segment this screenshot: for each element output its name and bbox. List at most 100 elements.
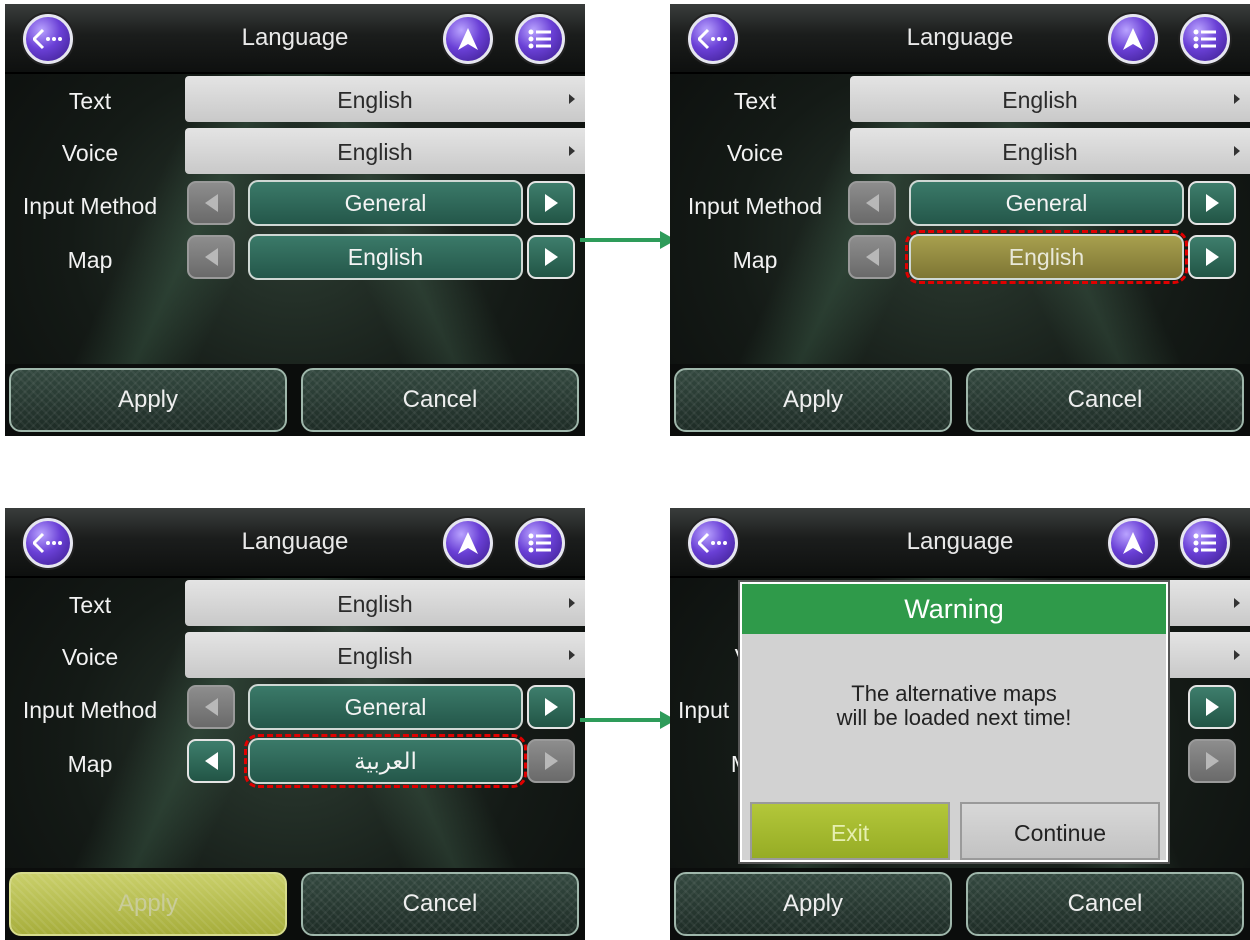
navigation-button[interactable]	[443, 14, 493, 64]
input-method-next-button[interactable]	[1188, 181, 1236, 225]
apply-button[interactable]: Apply	[674, 872, 952, 936]
map-prev-button[interactable]	[187, 235, 235, 279]
text-label: Text	[68, 592, 112, 618]
voice-language-value: English	[1002, 139, 1078, 165]
arrow-right-icon	[544, 698, 558, 716]
back-ellipsis-icon	[698, 532, 727, 554]
arrow-left-icon	[204, 248, 218, 266]
navigation-arrow-icon	[458, 28, 478, 50]
text-language-value: English	[337, 87, 413, 113]
input-method-next-button[interactable]	[527, 685, 575, 729]
language-screen-step-1: Language Text English Voice English Inpu…	[5, 4, 585, 436]
arrow-right-icon	[1205, 248, 1219, 266]
text-language-selector[interactable]: English	[185, 76, 585, 122]
arrow-left-icon	[865, 248, 879, 266]
menu-button[interactable]	[515, 518, 565, 568]
input-method-value[interactable]: General	[248, 180, 523, 226]
cancel-button[interactable]: Cancel	[301, 368, 579, 432]
menu-button[interactable]	[515, 14, 565, 64]
navigation-button[interactable]	[1108, 518, 1158, 568]
map-next-button[interactable]	[527, 235, 575, 279]
arrow-left-icon	[204, 752, 218, 770]
apply-button[interactable]: Apply	[674, 368, 952, 432]
dialog-message-line-2: will be loaded next time!	[836, 705, 1072, 730]
voice-label: Voice	[61, 140, 119, 166]
cancel-button[interactable]: Cancel	[966, 368, 1244, 432]
input-method-next-button[interactable]	[1188, 685, 1236, 729]
text-language-selector[interactable]: English	[850, 76, 1250, 122]
text-language-value: English	[1002, 87, 1078, 113]
page-title: Language	[241, 24, 349, 51]
back-ellipsis-icon	[698, 28, 727, 50]
input-method-label: Input Method	[22, 697, 158, 723]
bottom-bar: Apply Cancel	[5, 364, 585, 436]
warning-dialog: Warning The alternative maps will be loa…	[740, 582, 1168, 862]
navigation-arrow-icon	[458, 532, 478, 554]
map-next-button[interactable]	[1188, 739, 1236, 783]
back-button[interactable]	[23, 14, 73, 64]
continue-button[interactable]: Continue	[960, 802, 1160, 860]
voice-language-selector[interactable]: English	[185, 128, 585, 174]
menu-list-icon	[528, 533, 551, 553]
input-method-prev-button[interactable]	[187, 181, 235, 225]
input-method-prev-button[interactable]	[187, 685, 235, 729]
voice-language-selector[interactable]: English	[185, 632, 585, 678]
input-method-value[interactable]: General	[909, 180, 1184, 226]
menu-button[interactable]	[1180, 518, 1230, 568]
input-method-label: Input Method	[687, 193, 823, 219]
map-language-value-highlighted[interactable]: English	[905, 230, 1188, 284]
back-ellipsis-icon	[33, 28, 62, 50]
navigation-button[interactable]	[1108, 14, 1158, 64]
triangle-right-icon	[1234, 94, 1240, 104]
map-label: Map	[67, 247, 113, 273]
triangle-right-icon	[1234, 650, 1240, 660]
voice-label: Voice	[61, 644, 119, 670]
map-next-button[interactable]	[1188, 235, 1236, 279]
step-arrow-2	[580, 711, 676, 729]
back-button[interactable]	[688, 518, 738, 568]
arrow-left-icon	[865, 194, 879, 212]
triangle-right-icon	[1234, 146, 1240, 156]
apply-button[interactable]: Apply	[9, 368, 287, 432]
back-button[interactable]	[23, 518, 73, 568]
cancel-button[interactable]: Cancel	[966, 872, 1244, 936]
triangle-right-icon	[569, 598, 575, 608]
triangle-right-icon	[569, 650, 575, 660]
voice-language-selector[interactable]: English	[850, 128, 1250, 174]
map-next-button[interactable]	[527, 739, 575, 783]
input-method-prev-button[interactable]	[848, 181, 896, 225]
map-prev-button[interactable]	[848, 235, 896, 279]
navigation-arrow-icon	[1123, 28, 1143, 50]
arrow-right-icon	[544, 752, 558, 770]
dialog-message-line-1: The alternative maps	[851, 681, 1057, 706]
voice-language-value: English	[337, 139, 413, 165]
title-bar: Language	[5, 4, 585, 74]
map-label: Map	[732, 247, 778, 273]
menu-list-icon	[1193, 533, 1216, 553]
language-screen-step-3: Language Text English Voice English Inpu…	[5, 508, 585, 940]
input-method-value[interactable]: General	[248, 684, 523, 730]
triangle-right-icon	[569, 146, 575, 156]
map-label: Map	[67, 751, 113, 777]
map-language-value[interactable]: English	[248, 234, 523, 280]
text-language-value: English	[337, 591, 413, 617]
input-method-label: Input Method	[22, 193, 158, 219]
map-language-value-highlighted[interactable]: العربية	[244, 734, 527, 788]
exit-button[interactable]: Exit	[750, 802, 950, 860]
apply-button-active[interactable]: Apply	[9, 872, 287, 936]
text-language-selector[interactable]: English	[185, 580, 585, 626]
cancel-button[interactable]: Cancel	[301, 872, 579, 936]
map-label: M	[670, 751, 750, 778]
arrow-right-icon	[544, 248, 558, 266]
title-bar: Language	[670, 4, 1250, 74]
language-screen-step-4: Language T V Input M Apply Cancel Warnin…	[670, 508, 1250, 940]
navigation-button[interactable]	[443, 518, 493, 568]
title-bar: Language	[5, 508, 585, 578]
voice-label: Voice	[726, 140, 784, 166]
map-prev-button[interactable]	[187, 739, 235, 783]
menu-button[interactable]	[1180, 14, 1230, 64]
back-button[interactable]	[688, 14, 738, 64]
arrow-right-icon	[544, 194, 558, 212]
step-arrow-1	[580, 231, 676, 249]
input-method-next-button[interactable]	[527, 181, 575, 225]
